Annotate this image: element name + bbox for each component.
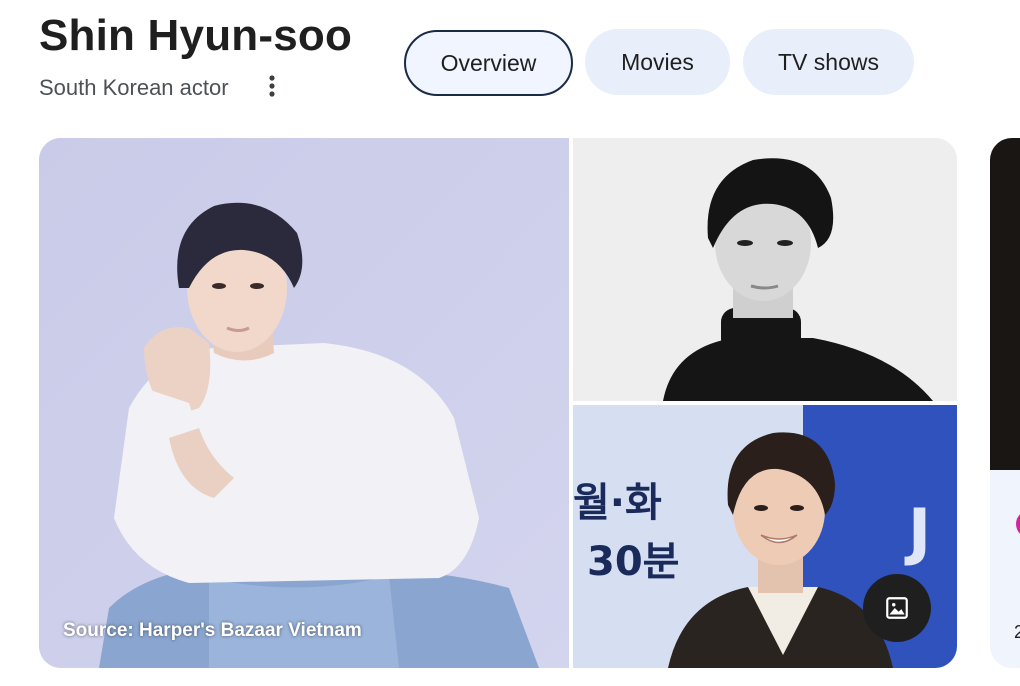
bw-portrait-photo[interactable] <box>573 138 957 401</box>
instagram-icon <box>1016 514 1020 534</box>
entity-title: Shin Hyun-soo <box>39 11 353 60</box>
backdrop-text-line2: 30분 <box>587 539 680 585</box>
tab-overview-label: Overview <box>440 49 537 76</box>
tab-tv-shows-label: TV shows <box>778 48 879 75</box>
image-source-label: Source: Harper's Bazaar Vietnam <box>63 620 362 641</box>
backdrop-logo-letter: J <box>908 495 932 568</box>
image-gallery: Source: Harper's Bazaar Vietnam 월·화 30분 … <box>39 138 957 668</box>
tab-movies-label: Movies <box>621 48 694 75</box>
main-photo[interactable]: Source: Harper's Bazaar Vietnam <box>39 138 569 668</box>
image-icon <box>886 597 908 619</box>
more-vert-icon <box>269 75 275 97</box>
event-photo[interactable]: 월·화 30분 J <box>573 405 957 668</box>
tab-overview[interactable]: Overview <box>404 30 573 96</box>
tab-tv-shows[interactable]: TV shows <box>743 29 914 95</box>
backdrop-text-line1: 월·화 <box>573 480 662 526</box>
more-options-button[interactable] <box>258 70 286 102</box>
view-images-button[interactable] <box>863 574 931 642</box>
next-card-text: 2 <box>1014 622 1020 642</box>
main-photo-art <box>39 138 569 668</box>
next-card-image <box>990 138 1020 470</box>
bw-portrait-art <box>573 138 957 401</box>
tab-movies[interactable]: Movies <box>585 29 730 95</box>
next-card-peek[interactable]: 2 <box>990 138 1020 668</box>
entity-subtitle: South Korean actor <box>39 75 229 100</box>
